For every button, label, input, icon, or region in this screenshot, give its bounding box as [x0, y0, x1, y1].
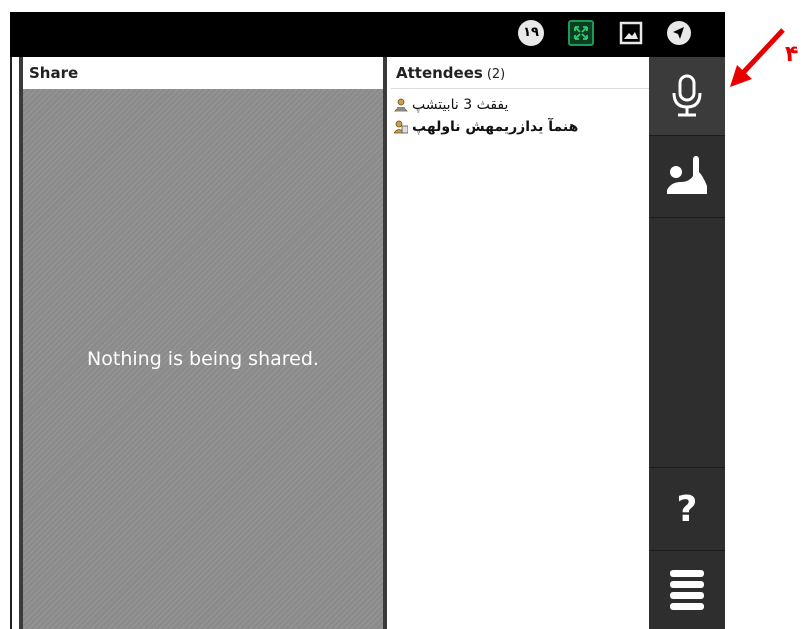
microphone-icon: [672, 74, 702, 117]
share-panel: Share Nothing is being shared.: [19, 57, 387, 629]
menu-button[interactable]: [649, 549, 725, 629]
image-icon[interactable]: [618, 20, 644, 46]
microphone-button[interactable]: [649, 57, 725, 136]
screen-share-icon[interactable]: [568, 20, 594, 46]
navigation-icon[interactable]: [666, 20, 692, 46]
empty-share-message: Nothing is being shared.: [87, 348, 319, 370]
help-button[interactable]: ?: [649, 467, 725, 551]
notification-badge[interactable]: ١٩: [518, 20, 544, 46]
attendee-name: یفقث 3 نابیتشپ: [412, 97, 509, 113]
raise-hand-button[interactable]: [649, 135, 725, 218]
menu-icon: [670, 570, 704, 610]
presenter-icon: [394, 98, 408, 112]
attendees-count: (2): [486, 67, 506, 82]
action-sidebar: ?: [649, 57, 725, 629]
attendee-row[interactable]: هنمآ یدازریمهش ناولهپ: [394, 117, 578, 137]
attendee-name: هنمآ یدازریمهش ناولهپ: [412, 119, 579, 135]
attendee-row[interactable]: یفقث 3 نابیتشپ: [394, 95, 508, 115]
raise-hand-icon: [667, 156, 707, 194]
attendees-panel: Attendees (2) یفقث 3 نابیتشپ هنمآ یدازریم…: [391, 57, 649, 629]
left-divider: [10, 57, 12, 629]
help-icon: ?: [676, 488, 698, 530]
attendees-title: Attendees: [396, 64, 483, 82]
attendees-header: Attendees (2): [391, 57, 649, 89]
share-header: Share: [23, 57, 383, 89]
moderator-icon: [394, 120, 408, 134]
annotation-number: ۴: [785, 42, 799, 67]
top-bar: ١٩: [10, 12, 725, 57]
